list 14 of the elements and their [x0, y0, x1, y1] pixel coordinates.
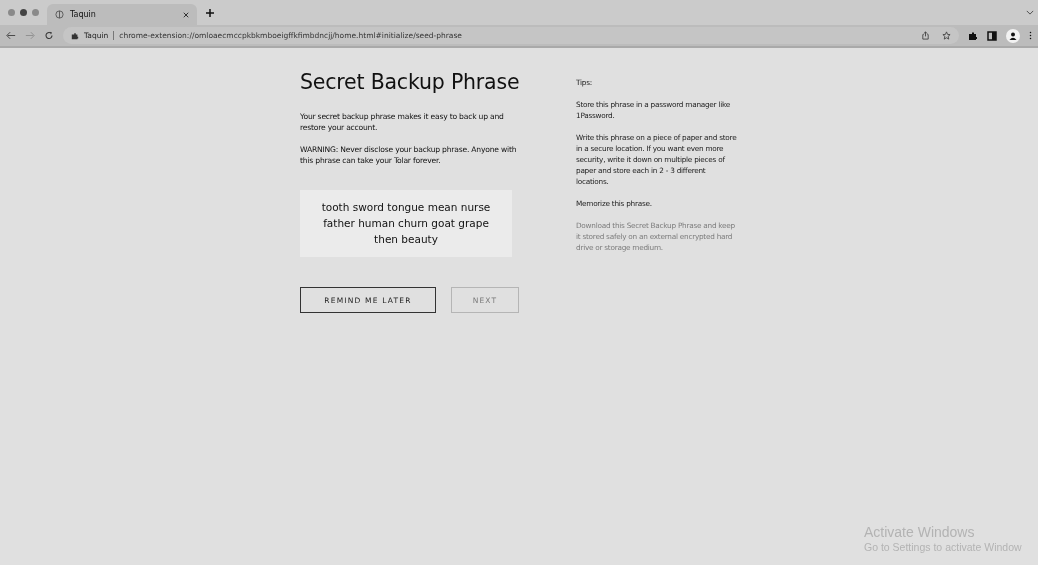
- sidebar-icon[interactable]: [987, 30, 997, 41]
- new-tab-icon[interactable]: [205, 7, 215, 18]
- profile-icon[interactable]: [1006, 28, 1020, 43]
- reload-icon[interactable]: [44, 31, 54, 40]
- chevron-icon[interactable]: [1026, 10, 1034, 15]
- browser-tab[interactable]: Taquin: [47, 4, 197, 25]
- star-icon[interactable]: [942, 31, 951, 40]
- close-icon[interactable]: [183, 11, 189, 18]
- seed-phrase: tooth sword tongue mean nurse father human churn goat grape then beauty: [300, 190, 512, 257]
- back-icon[interactable]: [6, 31, 16, 40]
- share-icon[interactable]: [921, 31, 930, 40]
- globe-icon: [55, 10, 64, 19]
- tab-title: Taquin: [70, 10, 96, 19]
- page-title: Secret Backup Phrase: [300, 70, 521, 94]
